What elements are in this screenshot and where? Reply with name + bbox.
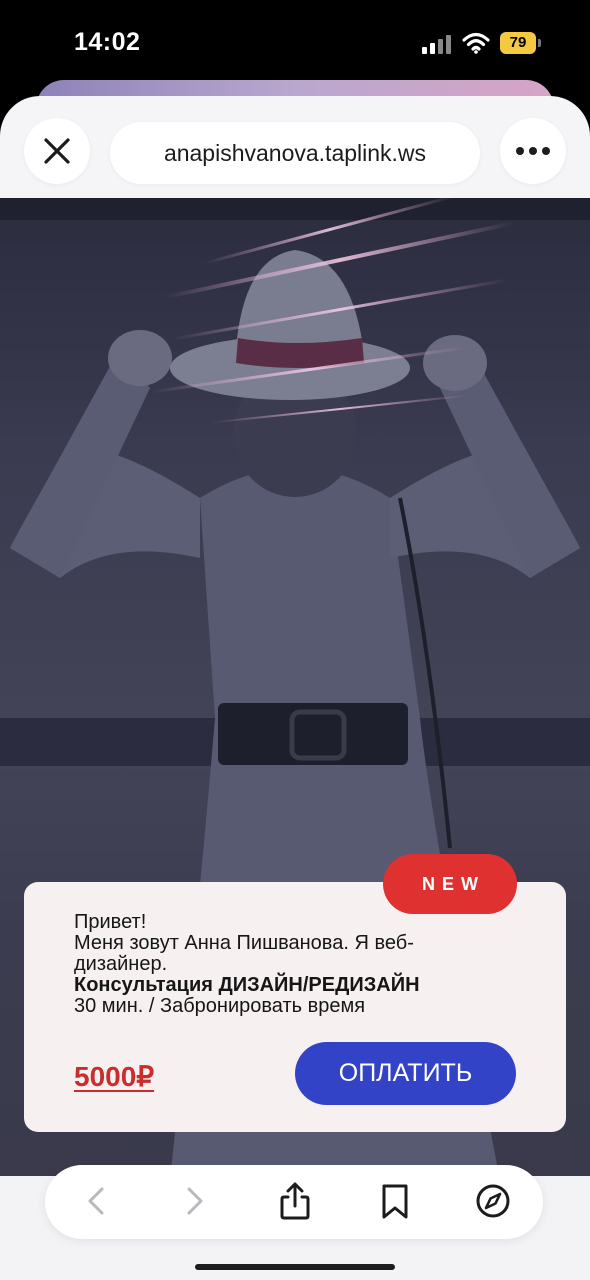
intro-text-continued: дизайнер. xyxy=(74,953,168,975)
compass-icon[interactable] xyxy=(473,1181,513,1221)
card-description: Привет! Меня зовут Анна Пишванова. Я веб… xyxy=(74,912,494,1017)
new-badge: NEW xyxy=(383,854,517,914)
home-indicator xyxy=(195,1264,395,1270)
url-bar[interactable]: anapishvanova.taplink.ws xyxy=(110,122,480,184)
signal-icon xyxy=(422,35,451,54)
pay-button[interactable]: ОПЛАТИТЬ xyxy=(295,1042,516,1105)
more-button[interactable] xyxy=(500,118,566,184)
battery-icon: 79 xyxy=(500,32,536,54)
greeting-text: Привет! xyxy=(74,911,147,933)
share-icon[interactable] xyxy=(275,1181,315,1221)
close-button[interactable] xyxy=(24,118,90,184)
status-bar: 14:02 79 xyxy=(0,0,590,88)
status-time: 14:02 xyxy=(74,28,141,56)
more-icon xyxy=(516,147,550,155)
back-icon[interactable] xyxy=(76,1181,116,1221)
close-icon xyxy=(44,138,70,164)
wifi-icon xyxy=(462,32,490,54)
bookmarks-icon[interactable] xyxy=(375,1181,415,1221)
battery-tip xyxy=(538,39,541,47)
product-subtitle: 30 мин. / Забронировать время xyxy=(74,995,366,1017)
browser-top-bar: anapishvanova.taplink.ws xyxy=(0,96,590,200)
product-title: Консультация ДИЗАЙН/РЕДИЗАЙН xyxy=(74,974,420,996)
price-link[interactable]: 5000₽ xyxy=(74,1060,154,1093)
forward-icon[interactable] xyxy=(175,1181,215,1221)
intro-text: Меня зовут Анна Пишванова. Я веб- xyxy=(74,932,414,954)
